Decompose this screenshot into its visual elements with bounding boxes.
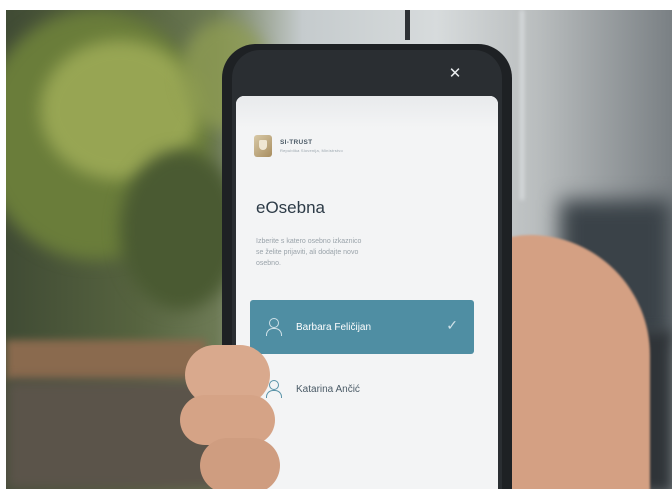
shield-logo-icon bbox=[254, 135, 272, 157]
phone-screen: SI-TRUST Republika Slovenija, Ministrstv… bbox=[236, 96, 498, 493]
brand-subtitle: Republika Slovenija, Ministrstvo bbox=[280, 148, 343, 153]
description: Izberite s katero osebno izkaznico se že… bbox=[256, 236, 466, 269]
background-window-frame bbox=[520, 10, 524, 200]
account-item-selected[interactable]: Barbara Feličijan ✓ bbox=[250, 300, 474, 354]
account-name: Katarina Ančić bbox=[296, 383, 360, 395]
description-line: osebno. bbox=[256, 260, 281, 267]
check-icon: ✓ bbox=[446, 317, 458, 333]
image-border bbox=[0, 0, 6, 493]
brand-text: SI-TRUST Republika Slovenija, Ministrstv… bbox=[280, 139, 343, 153]
description-line: Izberite s katero osebno izkaznico bbox=[256, 238, 362, 245]
image-border bbox=[0, 489, 672, 493]
user-icon bbox=[266, 318, 282, 336]
brand-name: SI-TRUST bbox=[280, 139, 313, 146]
description-line: se želite prijaviti, ali dodajte novo bbox=[256, 249, 359, 256]
screen-header-shade bbox=[236, 96, 498, 128]
brand-header: SI-TRUST Republika Slovenija, Ministrstv… bbox=[254, 132, 343, 160]
image-border bbox=[0, 0, 672, 10]
account-name: Barbara Feličijan bbox=[296, 321, 372, 333]
close-icon[interactable]: ✕ bbox=[447, 66, 463, 82]
background-table bbox=[6, 340, 206, 380]
hand-finger bbox=[200, 438, 280, 493]
background-photo: ✕ SI-TRUST Republika Slovenija, Ministrs… bbox=[0, 0, 672, 493]
account-item[interactable]: Katarina Ančić bbox=[250, 362, 474, 416]
page-title: eOsebna bbox=[256, 198, 325, 217]
background-window-frame bbox=[405, 10, 410, 40]
